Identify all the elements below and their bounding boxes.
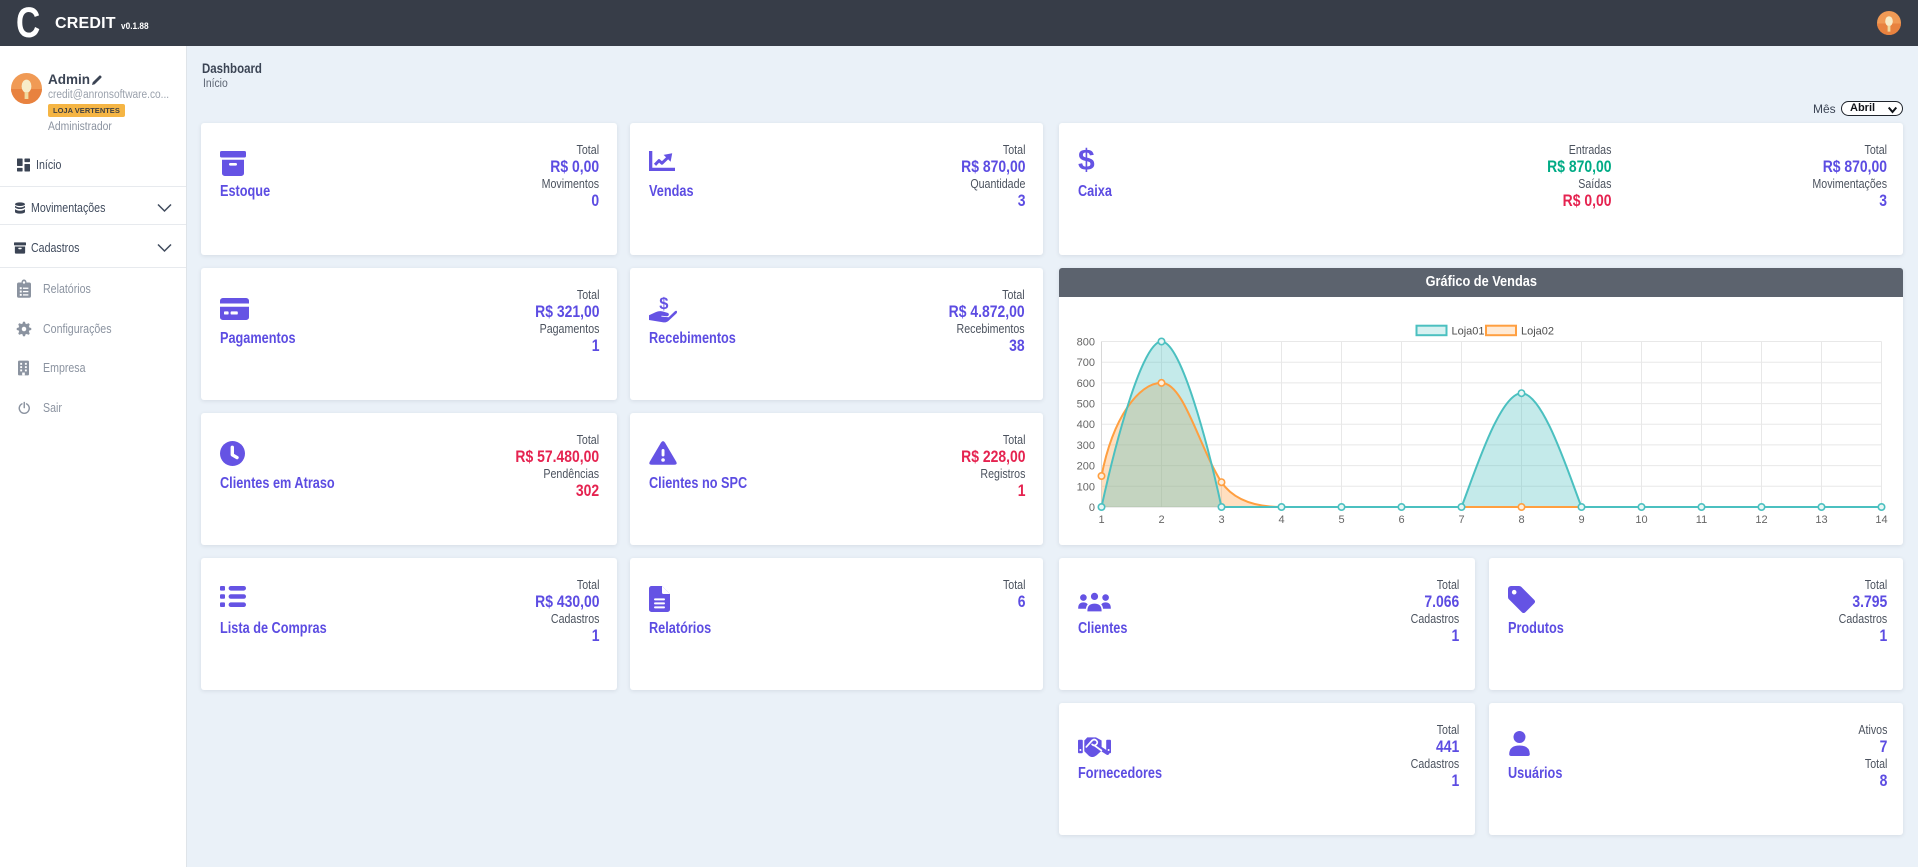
svg-text:9: 9 — [1578, 514, 1584, 526]
svg-text:7: 7 — [1458, 514, 1464, 526]
svg-text:12: 12 — [1755, 514, 1767, 526]
svg-text:4: 4 — [1278, 514, 1284, 526]
svg-text:500: 500 — [1077, 399, 1095, 411]
svg-text:700: 700 — [1077, 357, 1095, 369]
svg-text:800: 800 — [1077, 337, 1095, 349]
svg-text:300: 300 — [1077, 440, 1095, 452]
svg-text:8: 8 — [1518, 514, 1524, 526]
svg-text:3: 3 — [1218, 514, 1224, 526]
svg-text:10: 10 — [1635, 514, 1647, 526]
svg-text:6: 6 — [1398, 514, 1404, 526]
svg-text:600: 600 — [1077, 378, 1095, 390]
svg-text:100: 100 — [1077, 481, 1095, 493]
svg-text:2: 2 — [1158, 514, 1164, 526]
svg-text:13: 13 — [1815, 514, 1827, 526]
svg-text:Loja01: Loja01 — [1452, 325, 1485, 337]
svg-text:5: 5 — [1338, 514, 1344, 526]
svg-text:400: 400 — [1077, 419, 1095, 431]
svg-text:$: $ — [659, 296, 668, 313]
svg-text:11: 11 — [1696, 514, 1707, 526]
svg-text:200: 200 — [1077, 461, 1095, 473]
svg-text:Loja02: Loja02 — [1521, 325, 1554, 337]
svg-text:0: 0 — [1089, 502, 1095, 514]
svg-text:14: 14 — [1875, 514, 1887, 526]
svg-text:1: 1 — [1098, 514, 1104, 526]
